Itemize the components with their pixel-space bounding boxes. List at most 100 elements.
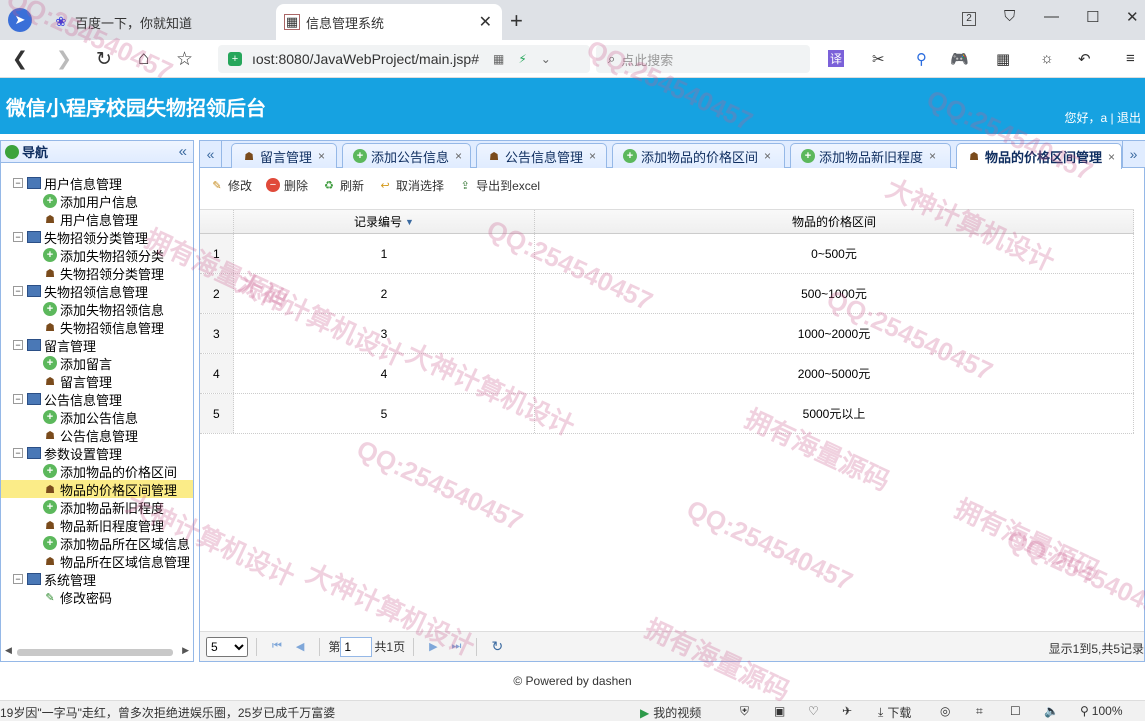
close-tab-icon[interactable]: × (455, 149, 462, 163)
collapse-toggle-icon[interactable]: − (13, 340, 23, 350)
maximize-icon[interactable]: ☐ (1086, 8, 1099, 26)
brightness-icon[interactable]: ☼ (1040, 50, 1054, 67)
last-page-icon[interactable]: ⏭ (452, 640, 462, 653)
nav-item[interactable]: + 添加用户信息 (1, 192, 193, 210)
panel-tab[interactable]: ☗ 物品的价格区间管理 × (956, 143, 1122, 169)
chevron-down-icon[interactable]: ⌄ (541, 52, 551, 66)
nav-item[interactable]: ☗ 失物招领分类管理 (1, 264, 193, 282)
search-box[interactable]: ⌕ 点此搜索 (596, 45, 810, 73)
nav-group[interactable]: − 失物招领信息管理 (1, 282, 193, 300)
nav-item[interactable]: + 添加物品新旧程度 (1, 498, 193, 516)
nav-item[interactable]: + 添加失物招领信息 (1, 300, 193, 318)
nav-item[interactable]: ☗ 失物招领信息管理 (1, 318, 193, 336)
next-page-icon[interactable]: ▶ (429, 640, 437, 653)
browser-tab-info-system[interactable]: ▦ 信息管理系统 ✕ (276, 4, 502, 40)
nav-item[interactable]: + 添加物品所在区域信息 (1, 534, 193, 552)
scroll-left-icon[interactable]: ◀ (5, 645, 12, 656)
export-excel-button[interactable]: ⇪ 导出到excel (458, 177, 540, 194)
qr-icon[interactable]: ▦ (493, 52, 504, 66)
close-tab-icon[interactable]: × (1108, 150, 1115, 164)
table-row[interactable]: 1 1 0~500元 (200, 234, 1134, 274)
column-header-id[interactable]: 记录编号 ▼ (234, 210, 535, 233)
home-icon[interactable]: ⌂ (138, 48, 149, 70)
collapse-toggle-icon[interactable]: − (13, 394, 23, 404)
nav-item[interactable]: ☗ 公告信息管理 (1, 426, 193, 444)
back-icon[interactable]: ❮ (12, 48, 28, 71)
heart-icon[interactable]: ♡ (808, 704, 819, 718)
table-row[interactable]: 3 3 1000~2000元 (200, 314, 1134, 354)
tabs-scroll-left-icon[interactable]: « (200, 141, 222, 167)
logout-link[interactable]: 退出 (1117, 111, 1141, 125)
panel-tab[interactable]: + 添加物品新旧程度 × (790, 143, 951, 168)
nav-horizontal-scrollbar[interactable]: ◀ ▶ (5, 645, 189, 657)
window-icon[interactable]: ☐ (1010, 704, 1021, 718)
nav-item[interactable]: + 添加公告信息 (1, 408, 193, 426)
shield-icon[interactable]: ⛨ (740, 704, 749, 719)
magnifier-icon[interactable]: ⚲ (916, 50, 927, 68)
scissors-icon[interactable]: ✂ (872, 50, 885, 68)
panel-tab[interactable]: ☗ 公告信息管理 × (476, 143, 607, 168)
page-size-select[interactable]: 5 (206, 636, 248, 657)
close-tab-icon[interactable]: ✕ (479, 12, 492, 32)
zoom-control[interactable]: ⚲ 100% (1080, 704, 1123, 718)
panel-tab[interactable]: + 添加物品的价格区间 × (612, 143, 785, 168)
nav-group[interactable]: − 公告信息管理 (1, 390, 193, 408)
scroll-thumb[interactable] (17, 649, 173, 656)
collapse-toggle-icon[interactable]: − (13, 178, 23, 188)
glasses-icon[interactable]: ◎ (940, 704, 950, 718)
close-window-icon[interactable]: ✕ (1126, 8, 1139, 26)
download-button[interactable]: ⤓ 下载 (878, 704, 911, 721)
nav-group[interactable]: − 失物招领分类管理 (1, 228, 193, 246)
my-video-button[interactable]: ▶ 我的视频 (640, 704, 701, 721)
delete-button[interactable]: − 删除 (266, 177, 308, 194)
close-tab-icon[interactable]: × (929, 149, 936, 163)
news-ticker[interactable]: 19岁因"一字马"走红，曾多次拒绝进娱乐圈，25岁已成千万富婆 (0, 704, 335, 721)
table-row[interactable]: 5 5 5000元以上 (200, 394, 1134, 434)
refresh-button[interactable]: ♻ 刷新 (322, 177, 364, 194)
undo-icon[interactable]: ↶ (1078, 50, 1091, 68)
nav-item[interactable]: ☗ 留言管理 (1, 372, 193, 390)
close-tab-icon[interactable]: × (318, 149, 325, 163)
nav-item[interactable]: ☗ 物品新旧程度管理 (1, 516, 193, 534)
collapse-panel-icon[interactable]: « (179, 143, 187, 160)
new-tab-icon[interactable]: + (510, 8, 523, 34)
address-bar[interactable]: + ıost:8080/JavaWebProject/main.jsp# ▦ ⚡… (218, 45, 590, 73)
table-row[interactable]: 4 4 2000~5000元 (200, 354, 1134, 394)
column-header-range[interactable]: 物品的价格区间 (535, 210, 1134, 233)
crop-icon[interactable]: ⌗ (976, 704, 983, 719)
nav-item[interactable]: ☗ 用户信息管理 (1, 210, 193, 228)
shirt-icon[interactable]: ⛉ (1004, 8, 1015, 25)
nav-item[interactable]: + 添加物品的价格区间 (1, 462, 193, 480)
collapse-toggle-icon[interactable]: − (13, 286, 23, 296)
unselect-button[interactable]: ↩ 取消选择 (378, 177, 444, 194)
menu-icon[interactable]: ≡ (1126, 50, 1135, 67)
collapse-toggle-icon[interactable]: − (13, 574, 23, 584)
nav-item[interactable]: + 添加留言 (1, 354, 193, 372)
bolt-icon[interactable]: ⚡ (518, 52, 526, 66)
translate-icon[interactable]: 译 (828, 50, 845, 67)
forward-icon[interactable]: ❯ (56, 48, 72, 71)
first-page-icon[interactable]: ⏮ (272, 640, 282, 653)
scroll-right-icon[interactable]: ▶ (182, 645, 189, 656)
star-icon[interactable]: ☆ (176, 48, 193, 71)
panel-tab[interactable]: ☗ 留言管理 × (231, 143, 337, 168)
reload-icon[interactable]: ↻ (96, 48, 112, 71)
nav-group[interactable]: − 留言管理 (1, 336, 193, 354)
panel-tab[interactable]: + 添加公告信息 × (342, 143, 471, 168)
edit-button[interactable]: ✎ 修改 (210, 177, 252, 194)
close-tab-icon[interactable]: × (764, 149, 771, 163)
volume-icon[interactable]: 🔈 (1044, 704, 1059, 718)
tabs-scroll-right-icon[interactable]: » (1122, 141, 1144, 167)
close-tab-icon[interactable]: × (589, 149, 596, 163)
nav-item[interactable]: + 添加失物招领分类 (1, 246, 193, 264)
image-icon[interactable]: ▣ (774, 704, 785, 718)
tab-count-badge[interactable]: 2 (962, 8, 976, 26)
browser-logo-icon[interactable]: ➤ (8, 8, 32, 32)
pager-refresh-icon[interactable]: ↻ (491, 638, 503, 655)
collapse-toggle-icon[interactable]: − (13, 232, 23, 242)
page-number-input[interactable] (340, 636, 373, 657)
nav-group[interactable]: − 系统管理 (1, 570, 193, 588)
collapse-toggle-icon[interactable]: − (13, 448, 23, 458)
prev-page-icon[interactable]: ◀ (296, 640, 304, 653)
gamepad-icon[interactable]: 🎮 (950, 50, 969, 68)
